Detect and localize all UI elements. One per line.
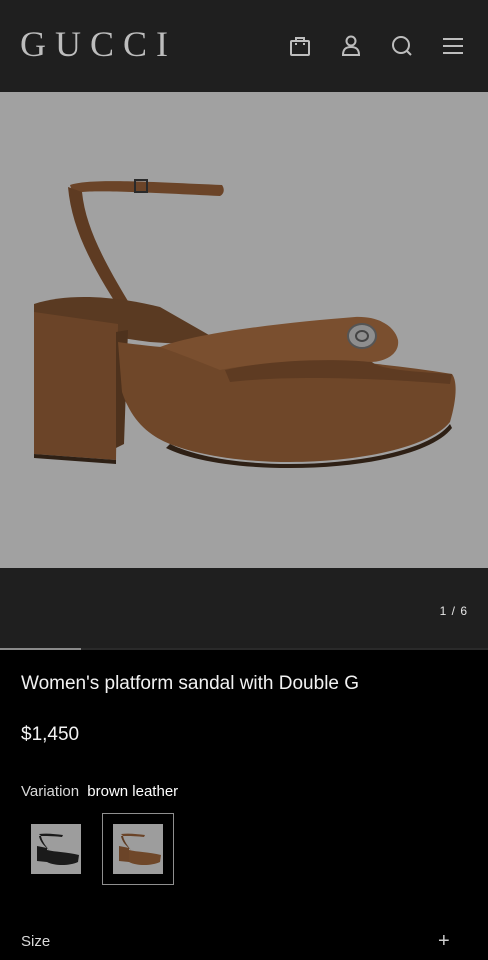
swatch-black-image <box>31 824 81 874</box>
image-counter: 1 / 6 <box>439 604 468 618</box>
swatch-brown[interactable] <box>102 813 174 885</box>
product-title: Women's platform sandal with Double G <box>21 673 360 694</box>
variation-line: Variation brown leather <box>21 783 178 800</box>
gucci-logo[interactable]: GUCCI <box>20 24 177 64</box>
image-progress-track <box>0 648 488 650</box>
shopping-bag-icon[interactable] <box>286 32 314 60</box>
plus-icon[interactable]: + <box>438 930 450 953</box>
menu-icon[interactable] <box>439 32 467 60</box>
image-pager: 1 / 6 <box>0 568 488 650</box>
size-label: Size <box>21 933 51 950</box>
swatch-brown-image <box>113 824 163 874</box>
image-progress-fill <box>0 648 82 650</box>
product-price: $1,450 <box>21 724 80 745</box>
size-selector[interactable]: Size + <box>0 920 488 960</box>
variation-value: brown leather <box>87 783 179 800</box>
account-icon[interactable] <box>337 32 365 60</box>
sandal-illustration <box>34 179 456 468</box>
swatch-black[interactable] <box>20 813 92 885</box>
header: GUCCI <box>0 0 488 92</box>
search-icon[interactable] <box>388 32 416 60</box>
product-image[interactable] <box>0 92 488 568</box>
variation-label: Variation <box>21 783 80 800</box>
